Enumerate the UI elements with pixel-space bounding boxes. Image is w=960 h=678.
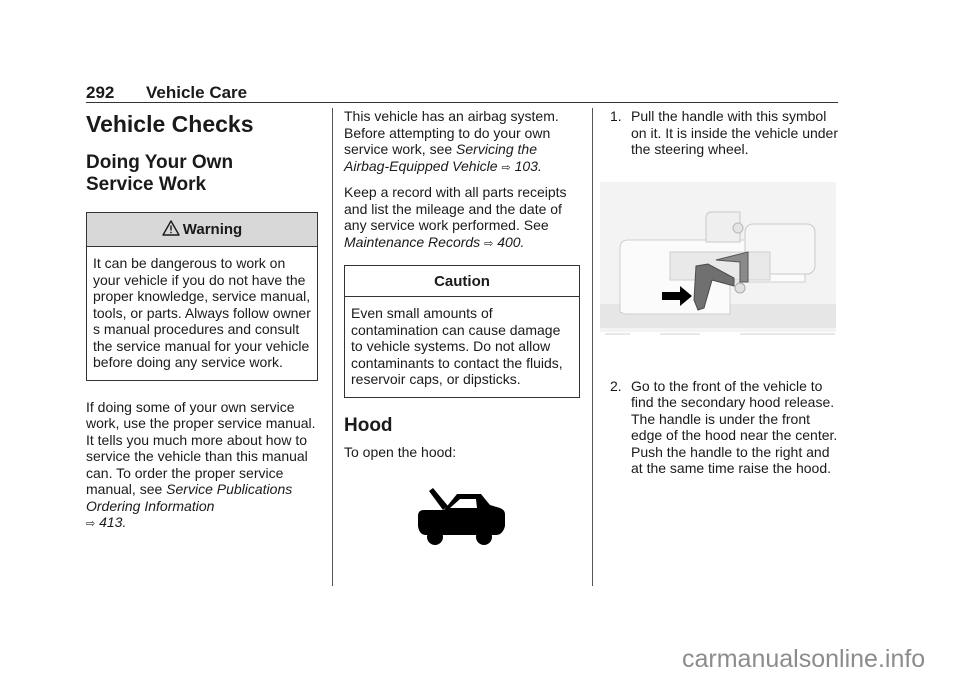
hood-release-handle-illustration <box>600 181 836 342</box>
column-2: This vehicle has an airbag system. Befor… <box>344 108 580 551</box>
page-ref-arrow-icon: ⇨ <box>86 518 96 530</box>
page-reference[interactable]: 103. <box>515 158 542 174</box>
hood-open-car-icon <box>417 488 507 550</box>
column-1: Vehicle Checks Doing Your Own Service Wo… <box>86 108 318 533</box>
warning-triangle-icon <box>162 220 180 240</box>
subsection-title: Doing Your Own Service Work <box>86 152 318 196</box>
page-reference[interactable]: 413. <box>99 514 126 530</box>
warning-box: Warning It can be dangerous to work on y… <box>86 212 318 381</box>
step-2: 2. Go to the front of the vehicle to fin… <box>603 378 839 477</box>
paragraph-text: Keep a record with all parts receipts an… <box>344 184 567 233</box>
cross-reference-link[interactable]: Maintenance Records <box>344 234 480 250</box>
column-divider <box>592 108 593 586</box>
hood-intro: To open the hood: <box>344 443 457 460</box>
step-text: Pull the handle with this symbol on it. … <box>631 108 839 157</box>
section-title: Vehicle Care <box>146 83 248 102</box>
warning-text: It can be dangerous to work on your vehi… <box>93 255 311 370</box>
records-paragraph: Keep a record with all parts receipts an… <box>344 184 580 252</box>
subsection-title-line1: Doing Your Own <box>86 152 234 173</box>
hood-symbol <box>344 488 580 551</box>
page-ref-arrow-icon: ⇨ <box>501 161 511 174</box>
column-divider <box>332 108 333 586</box>
step-number: 2. <box>610 377 622 394</box>
watermark: carmanualsonline.info <box>682 645 926 673</box>
warning-header: Warning <box>87 213 317 247</box>
caution-box: Caution Even small amounts of contaminat… <box>344 265 580 398</box>
page-title: Vehicle Checks <box>86 111 254 137</box>
page-reference[interactable]: 400. <box>497 234 524 250</box>
caution-text: Even small amounts of contamination can … <box>351 305 563 387</box>
page-ref-arrow-icon: ⇨ <box>484 237 494 250</box>
page-header: 292 Vehicle Care <box>86 83 838 103</box>
warning-label: Warning <box>182 221 243 238</box>
subsection-title-line2: Service Work <box>86 174 207 195</box>
page-number: 292 <box>86 83 115 102</box>
hood-heading: Hood <box>344 414 393 436</box>
column-3: 1. Pull the handle with this symbol on i… <box>600 108 839 477</box>
step-number: 1. <box>610 108 622 124</box>
step-1: 1. Pull the handle with this symbol on i… <box>603 108 839 158</box>
airbag-paragraph: This vehicle has an airbag system. Befor… <box>344 108 580 176</box>
step-text: Go to the front of the vehicle to find t… <box>631 377 838 477</box>
caution-header: Caution <box>345 266 579 297</box>
service-paragraph: If doing some of your own service work, … <box>86 399 318 533</box>
